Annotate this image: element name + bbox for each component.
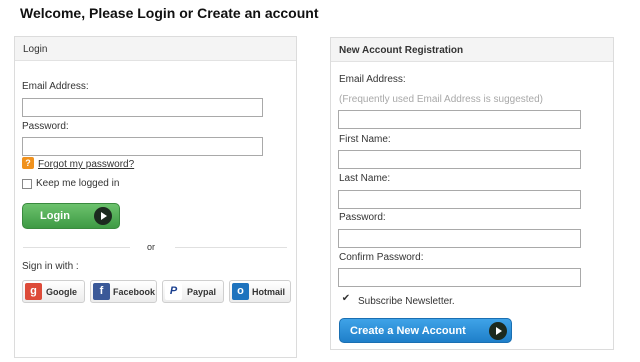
- hotmail-signin-button[interactable]: o Hotmail: [229, 280, 291, 303]
- divider-left: [23, 247, 130, 248]
- reg-password-label: Password:: [339, 212, 386, 223]
- last-name-input[interactable]: [338, 190, 581, 209]
- hotmail-icon: o: [232, 283, 249, 300]
- subscribe-checkbox[interactable]: ✔: [341, 294, 351, 305]
- first-name-label: First Name:: [339, 134, 391, 145]
- login-button[interactable]: Login: [22, 203, 120, 229]
- login-panel: Login Email Address: Password: ? Forgot …: [14, 36, 297, 358]
- create-account-button[interactable]: Create a New Account: [339, 318, 512, 343]
- keep-logged-in-checkbox[interactable]: [22, 179, 32, 189]
- login-panel-header: Login: [15, 37, 296, 61]
- google-signin-button[interactable]: g Google: [22, 280, 85, 303]
- divider-right: [175, 247, 287, 248]
- facebook-label: Facebook: [113, 287, 156, 297]
- keep-logged-in-label: Keep me logged in: [36, 178, 120, 189]
- last-name-label: Last Name:: [339, 173, 391, 184]
- paypal-label: Paypal: [187, 287, 217, 297]
- facebook-signin-button[interactable]: f Facebook: [90, 280, 157, 303]
- confirm-password-input[interactable]: [338, 268, 581, 287]
- or-separator: or: [147, 242, 156, 252]
- hotmail-label: Hotmail: [252, 287, 286, 297]
- google-label: Google: [46, 287, 77, 297]
- forgot-password-link[interactable]: Forgot my password?: [38, 159, 134, 170]
- help-icon: ?: [22, 157, 34, 169]
- first-name-input[interactable]: [338, 150, 581, 169]
- facebook-icon: f: [93, 283, 110, 300]
- reg-email-label: Email Address:: [339, 74, 406, 85]
- reg-password-input[interactable]: [338, 229, 581, 248]
- confirm-password-label: Confirm Password:: [339, 252, 424, 263]
- create-account-label: Create a New Account: [350, 325, 466, 337]
- sign-in-with-label: Sign in with :: [22, 261, 79, 272]
- page-title: Welcome, Please Login or Create an accou…: [20, 5, 319, 21]
- registration-panel-header: New Account Registration: [331, 38, 613, 62]
- reg-email-hint: (Frequently used Email Address is sugges…: [339, 94, 543, 105]
- password-label: Password:: [22, 121, 69, 132]
- reg-email-input[interactable]: [338, 110, 581, 129]
- registration-panel: New Account Registration Email Address: …: [330, 37, 614, 350]
- login-email-input[interactable]: [22, 98, 263, 117]
- login-button-label: Login: [40, 210, 70, 222]
- play-arrow-icon: [94, 207, 112, 225]
- subscribe-label: Subscribe Newsletter.: [358, 296, 455, 307]
- google-icon: g: [25, 283, 42, 300]
- login-password-input[interactable]: [22, 137, 263, 156]
- play-arrow-icon: [489, 322, 507, 340]
- paypal-icon: P: [165, 283, 182, 300]
- email-label: Email Address:: [22, 81, 89, 92]
- paypal-signin-button[interactable]: P Paypal: [162, 280, 224, 303]
